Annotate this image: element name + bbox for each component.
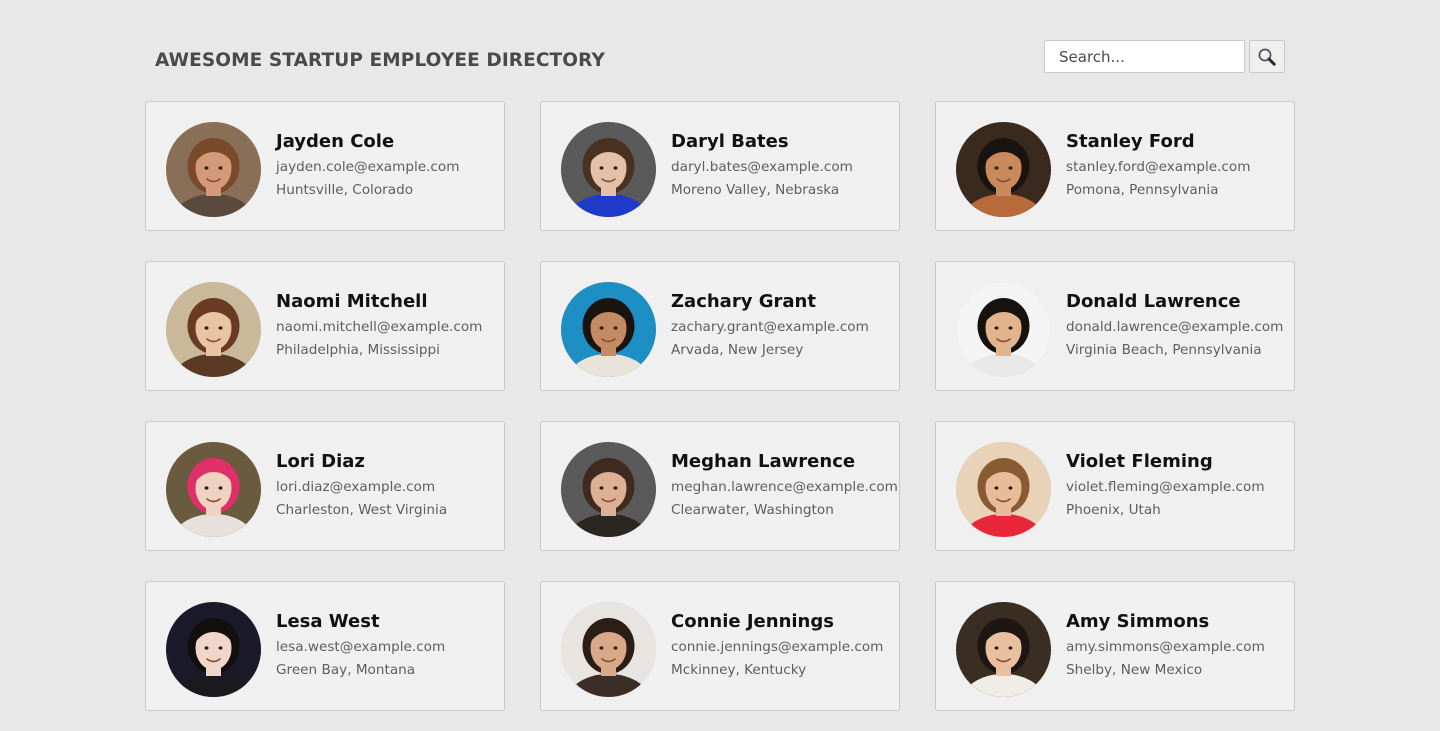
employee-name: Violet Fleming [1066, 451, 1213, 472]
employee-info: Jayden Cole jayden.cole@example.com Huntsv… [276, 130, 501, 200]
employee-name: Lesa West [276, 611, 380, 632]
employee-name: Lori Diaz [276, 451, 365, 472]
employee-email: connie.jennings@example.com [671, 639, 884, 655]
avatar-portrait [956, 602, 1051, 697]
avatar-portrait [166, 442, 261, 537]
avatar-portrait [561, 282, 656, 377]
employee-card[interactable]: Lori Diaz lori.diaz@example.com Charleston… [145, 421, 505, 551]
avatar-portrait [561, 442, 656, 537]
employee-location: Arvada, New Jersey [671, 342, 804, 358]
avatar-portrait [956, 122, 1051, 217]
employee-email: stanley.ford@example.com [1066, 159, 1251, 175]
employee-avatar [166, 602, 261, 697]
employee-avatar [561, 442, 656, 537]
employee-avatar [166, 282, 261, 377]
employee-location: Philadelphia, Mississippi [276, 342, 440, 358]
employee-location: Virginia Beach, Pennsylvania [1066, 342, 1262, 358]
employee-card[interactable]: Donald Lawrence donald.lawrence@example.c… [935, 261, 1295, 391]
avatar-portrait [561, 122, 656, 217]
employee-email: amy.simmons@example.com [1066, 639, 1265, 655]
employee-info: Amy Simmons amy.simmons@example.com Shelby… [1066, 610, 1291, 680]
employee-card[interactable]: Connie Jennings connie.jennings@example.c… [540, 581, 900, 711]
employee-avatar [561, 602, 656, 697]
employee-info: Donald Lawrence donald.lawrence@example.c… [1066, 290, 1291, 360]
employee-info: Violet Fleming violet.fleming@example.com… [1066, 450, 1291, 520]
employee-avatar [956, 122, 1051, 217]
employee-email: violet.fleming@example.com [1066, 479, 1265, 495]
employee-info: Connie Jennings connie.jennings@example.c… [671, 610, 896, 680]
employee-card[interactable]: Violet Fleming violet.fleming@example.com… [935, 421, 1295, 551]
employee-email: jayden.cole@example.com [276, 159, 460, 175]
employee-card[interactable]: Meghan Lawrence meghan.lawrence@example.c… [540, 421, 900, 551]
employee-location: Phoenix, Utah [1066, 502, 1161, 518]
employee-card[interactable]: Zachary Grant zachary.grant@example.com Ar… [540, 261, 900, 391]
employee-name: Zachary Grant [671, 291, 816, 312]
page-title: AWESOME STARTUP EMPLOYEE DIRECTORY [155, 50, 605, 71]
page-header: AWESOME STARTUP EMPLOYEE DIRECTORY [0, 0, 1440, 100]
employee-name: Meghan Lawrence [671, 451, 856, 472]
employee-location: Huntsville, Colorado [276, 182, 414, 198]
employee-info: Naomi Mitchell naomi.mitchell@example.com… [276, 290, 501, 360]
employee-location: Charleston, West Virginia [276, 502, 448, 518]
employee-card[interactable]: Lesa West lesa.west@example.com Green Bay,… [145, 581, 505, 711]
avatar-portrait [166, 282, 261, 377]
employee-card[interactable]: Stanley Ford stanley.ford@example.com Pomo… [935, 101, 1295, 231]
avatar-portrait [956, 282, 1051, 377]
employee-email: donald.lawrence@example.com [1066, 319, 1284, 335]
employee-info: Lori Diaz lori.diaz@example.com Charleston… [276, 450, 501, 520]
employee-info: Zachary Grant zachary.grant@example.com Ar… [671, 290, 896, 360]
avatar-portrait [166, 602, 261, 697]
employee-name: Naomi Mitchell [276, 291, 428, 312]
employee-email: meghan.lawrence@example.com [671, 479, 898, 495]
employee-directory-page: AWESOME STARTUP EMPLOYEE DIRECTORY Jayde… [0, 0, 1440, 731]
employee-avatar [166, 442, 261, 537]
employee-card[interactable]: Jayden Cole jayden.cole@example.com Huntsv… [145, 101, 505, 231]
avatar-portrait [166, 122, 261, 217]
employee-name: Amy Simmons [1066, 611, 1210, 632]
employee-gallery: Jayden Cole jayden.cole@example.com Huntsv… [145, 101, 1295, 711]
employee-avatar [956, 282, 1051, 377]
search-button[interactable] [1249, 40, 1285, 73]
employee-location: Clearwater, Washington [671, 502, 834, 518]
employee-email: daryl.bates@example.com [671, 159, 853, 175]
employee-location: Shelby, New Mexico [1066, 662, 1203, 678]
search-icon [1258, 48, 1276, 66]
employee-location: Mckinney, Kentucky [671, 662, 807, 678]
employee-email: zachary.grant@example.com [671, 319, 869, 335]
employee-card[interactable]: Daryl Bates daryl.bates@example.com Moreno… [540, 101, 900, 231]
employee-name: Daryl Bates [671, 131, 789, 152]
employee-avatar [561, 122, 656, 217]
employee-email: lesa.west@example.com [276, 639, 446, 655]
employee-location: Moreno Valley, Nebraska [671, 182, 840, 198]
employee-avatar [956, 442, 1051, 537]
employee-email: lori.diaz@example.com [276, 479, 436, 495]
avatar-portrait [561, 602, 656, 697]
employee-info: Meghan Lawrence meghan.lawrence@example.c… [671, 450, 898, 520]
employee-name: Connie Jennings [671, 611, 834, 632]
employee-info: Lesa West lesa.west@example.com Green Bay,… [276, 610, 501, 680]
avatar-portrait [956, 442, 1051, 537]
employee-location: Green Bay, Montana [276, 662, 416, 678]
employee-avatar [561, 282, 656, 377]
employee-name: Donald Lawrence [1066, 291, 1241, 312]
employee-info: Daryl Bates daryl.bates@example.com Moreno… [671, 130, 896, 200]
employee-avatar [956, 602, 1051, 697]
employee-card[interactable]: Naomi Mitchell naomi.mitchell@example.com… [145, 261, 505, 391]
employee-name: Jayden Cole [276, 131, 395, 152]
employee-card[interactable]: Amy Simmons amy.simmons@example.com Shelby… [935, 581, 1295, 711]
employee-email: naomi.mitchell@example.com [276, 319, 483, 335]
employee-name: Stanley Ford [1066, 131, 1195, 152]
search-input[interactable] [1044, 40, 1245, 73]
employee-avatar [166, 122, 261, 217]
employee-info: Stanley Ford stanley.ford@example.com Pomo… [1066, 130, 1291, 200]
search-form [1044, 40, 1285, 73]
employee-location: Pomona, Pennsylvania [1066, 182, 1219, 198]
